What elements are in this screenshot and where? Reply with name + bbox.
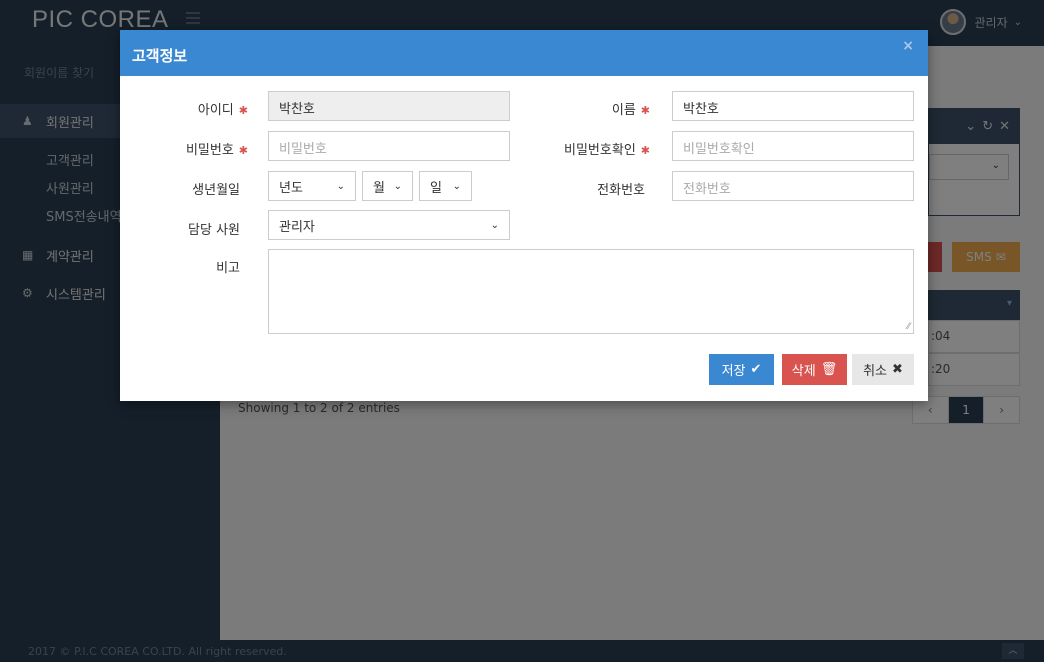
chevron-down-icon: ⌄ — [393, 180, 402, 192]
chevron-down-icon: ⌄ — [452, 180, 461, 192]
id-label: 아이디 ✱ — [197, 103, 248, 118]
close-icon[interactable]: × — [902, 38, 914, 54]
close-icon: ✖ — [892, 362, 903, 377]
password-confirm-field[interactable]: 비밀번호확인 — [672, 131, 914, 161]
required-icon: ✱ — [640, 104, 650, 117]
required-icon: ✱ — [238, 104, 248, 117]
password-label: 비밀번호 ✱ — [185, 143, 248, 158]
customer-info-modal: 고객정보 × 아이디 ✱ 박찬호 이름 ✱ 박찬호 비밀번호 ✱ 비밀번호 비밀번호확… — [120, 30, 928, 401]
save-button[interactable]: 저장 ✔ — [709, 354, 774, 385]
staff-label: 담당 사원 — [188, 223, 240, 238]
required-icon: ✱ — [640, 144, 650, 157]
cancel-button-label: 취소 — [863, 364, 887, 379]
birth-label: 생년월일 — [192, 183, 240, 198]
modal-title: 고객정보 — [132, 47, 188, 65]
modal-header: 고객정보 × — [120, 30, 928, 76]
name-label: 이름 ✱ — [611, 103, 650, 118]
birth-day-select[interactable]: 일 ⌄ — [419, 171, 472, 201]
staff-select[interactable]: 관리자 ⌄ — [268, 210, 510, 240]
delete-button[interactable]: 삭제 🗑 — [782, 354, 847, 385]
birth-month-select[interactable]: 월 ⌄ — [362, 171, 413, 201]
phone-field[interactable]: 전화번호 — [672, 171, 914, 201]
birth-day-value: 일 — [430, 180, 442, 196]
memo-label: 비고 — [216, 261, 240, 276]
trash-icon: 🗑 — [820, 362, 838, 377]
password-field[interactable]: 비밀번호 — [268, 131, 510, 161]
birth-month-value: 월 — [373, 180, 385, 196]
check-icon: ✔ — [750, 362, 762, 377]
memo-textarea[interactable]: ⁄⁄ — [268, 249, 914, 334]
birth-year-select[interactable]: 년도 ⌄ — [268, 171, 356, 201]
name-field[interactable]: 박찬호 — [672, 91, 914, 121]
password-confirm-label: 비밀번호확인 ✱ — [564, 143, 650, 158]
phone-label: 전화번호 — [597, 183, 645, 198]
delete-button-label: 삭제 — [791, 364, 816, 379]
birth-year-value: 년도 — [279, 180, 303, 196]
required-icon: ✱ — [238, 144, 248, 157]
cancel-button[interactable]: 취소 ✖ — [852, 354, 914, 385]
resize-handle-icon[interactable]: ⁄⁄ — [907, 322, 910, 332]
staff-value: 관리자 — [279, 219, 315, 235]
chevron-down-icon: ⌄ — [336, 180, 345, 192]
save-button-label: 저장 — [721, 364, 746, 379]
id-field: 박찬호 — [268, 91, 510, 121]
chevron-down-icon: ⌄ — [490, 219, 499, 231]
